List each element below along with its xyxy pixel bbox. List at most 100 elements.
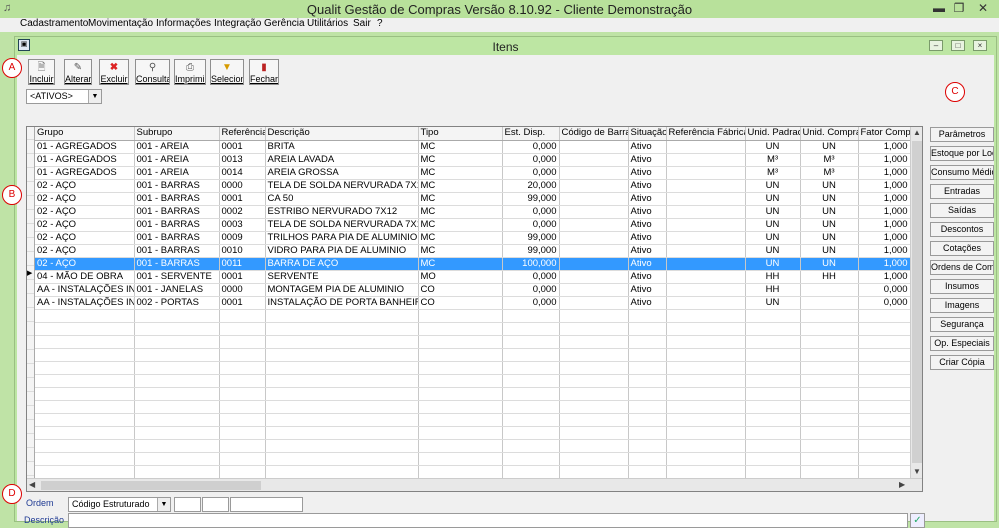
column-header[interactable]: Est. Disp. [502,127,560,141]
incluir-button[interactable]: 🗎 Incluir [28,59,55,85]
child-restore-icon[interactable]: □ [951,40,965,51]
menu-utilitarios[interactable]: Utilitários [307,18,348,29]
table-row[interactable] [35,387,911,401]
table-row[interactable]: 02 - AÇO 001 - BARRAS 0011 BARRA DE AÇO MC 10… [35,257,911,271]
chevron-down-icon[interactable]: ▼ [88,90,101,103]
side-button[interactable]: Imagens [930,298,994,313]
consultar-button[interactable]: ⚲ Consultar [135,59,170,85]
table-cell: 001 - JANELAS [134,283,220,297]
descricao-input[interactable] [68,513,908,528]
side-button[interactable]: Consumo Médio [930,165,994,180]
table-cell [858,348,911,362]
column-header[interactable]: Grupo [35,127,135,141]
column-header[interactable]: Referência [219,127,266,141]
vertical-scroll-thumb[interactable] [912,141,922,463]
chevron-down-icon[interactable]: ▼ [157,498,170,511]
horizontal-scroll-thumb[interactable] [41,481,261,490]
minimize-icon[interactable]: ▬ [932,1,946,16]
table-cell [858,361,911,375]
marker-c: C [945,82,965,102]
child-minimize-icon[interactable]: – [929,40,943,51]
horizontal-scrollbar[interactable]: ◀ ▶ [27,478,922,491]
ordem-select[interactable]: Código Estruturado ▼ [68,497,171,512]
table-row[interactable]: AA - INSTALAÇÕES INT 001 - JANELAS 0000 MON… [35,283,911,297]
menu-gerencia[interactable]: Gerência [264,18,305,29]
column-header[interactable]: Unid. Compra [800,127,859,141]
restore-icon[interactable]: ❐ [952,1,966,16]
table-row[interactable] [35,439,911,453]
table-row[interactable]: 01 - AGREGADOS 001 - AREIA 0013 AREIA LAVAD… [35,153,911,167]
table-row[interactable]: 01 - AGREGADOS 001 - AREIA 0014 AREIA GROSS… [35,166,911,180]
menu-help[interactable]: ? [377,18,383,29]
menu-informacoes[interactable]: Informações [156,18,211,29]
scroll-right-icon[interactable]: ▶ [899,480,905,489]
scroll-up-icon[interactable]: ▲ [913,128,921,137]
side-button[interactable]: Saídas [930,203,994,218]
items-grid[interactable]: ▶ Grupo Subrupo Referência Descrição Tipo Est… [26,126,923,492]
table-row[interactable]: 04 - MÃO DE OBRA 001 - SERVENTE 0001 SERVEN… [35,270,911,284]
column-header[interactable]: Tipo [418,127,503,141]
search-execute-icon[interactable]: ✓ [910,513,925,528]
ordem-field-1[interactable] [174,497,201,512]
column-header[interactable]: Fator Compra [858,127,911,141]
menu-movimentacao[interactable]: Movimentação [88,18,153,29]
status-filter-select[interactable]: <ATIVOS> ▼ [26,89,102,104]
table-row[interactable] [35,465,911,479]
table-row[interactable] [35,400,911,414]
side-button[interactable]: Parâmetros [930,127,994,142]
side-button[interactable]: Criar Cópia [930,355,994,370]
ordem-field-2[interactable] [202,497,229,512]
column-header[interactable]: Referência Fábrica [666,127,746,141]
column-header[interactable]: Descrição [265,127,419,141]
scroll-down-icon[interactable]: ▼ [913,467,921,476]
table-cell: UN [800,257,859,271]
table-row[interactable] [35,335,911,349]
table-row[interactable] [35,426,911,440]
side-button[interactable]: Insumos [930,279,994,294]
excluir-button[interactable]: ✖ Excluir [99,59,129,85]
side-button[interactable]: Op. Especiais [930,336,994,351]
alterar-button[interactable]: ✎ Alterar [64,59,92,85]
vertical-scrollbar[interactable]: ▲ ▼ [910,127,922,478]
imprimir-button[interactable]: ⎙ Imprimir [174,59,206,85]
scroll-left-icon[interactable]: ◀ [29,480,35,489]
side-button[interactable]: Descontos [930,222,994,237]
table-row[interactable]: 02 - AÇO 001 - BARRAS 0002 ESTRIBO NERVURAD… [35,205,911,219]
close-icon[interactable]: ✕ [972,1,994,16]
side-button[interactable]: Cotações [930,241,994,256]
table-cell [800,374,859,388]
ordem-field-3[interactable] [230,497,303,512]
items-window-titlebar: ▣ Itens – □ × [15,37,996,55]
table-row[interactable] [35,452,911,466]
table-row[interactable]: 02 - AÇO 001 - BARRAS 0009 TRILHOS PARA PIA… [35,231,911,245]
table-row[interactable]: AA - INSTALAÇÕES INT 002 - PORTAS 0001 INST… [35,296,911,310]
column-header[interactable]: Subrupo [134,127,220,141]
table-row[interactable]: 01 - AGREGADOS 001 - AREIA 0001 BRITA MC 0,00… [35,140,911,154]
table-cell [628,426,667,440]
table-row[interactable]: 02 - AÇO 001 - BARRAS 0003 TELA DE SOLDA NE… [35,218,911,232]
table-cell [745,413,801,427]
table-row[interactable] [35,361,911,375]
table-row[interactable] [35,374,911,388]
side-button[interactable]: Ordens de Compra [930,260,994,275]
side-button[interactable]: Segurança [930,317,994,332]
menu-sair[interactable]: Sair [353,18,371,29]
seleciona-button[interactable]: ▼ Seleciona [210,59,244,85]
column-header[interactable]: Situação [628,127,667,141]
table-row[interactable]: 02 - AÇO 001 - BARRAS 0000 TELA DE SOLDA NE… [35,179,911,193]
column-header[interactable]: Unid. Padrao [745,127,801,141]
table-row[interactable] [35,322,911,336]
table-row[interactable] [35,413,911,427]
menu-integracao[interactable]: Integração [214,18,261,29]
table-row[interactable] [35,348,911,362]
table-row[interactable] [35,309,911,323]
menu-cadastramento[interactable]: Cadastramento [20,18,88,29]
child-close-icon[interactable]: × [973,40,987,51]
table-row[interactable]: 02 - AÇO 001 - BARRAS 0010 VIDRO PARA PIA D… [35,244,911,258]
table-row[interactable]: 02 - AÇO 001 - BARRAS 0001 CA 50 MC 99,000 Ati… [35,192,911,206]
side-button[interactable]: Estoque por Local [930,146,994,161]
fechar-button[interactable]: ▮ Fechar [249,59,279,85]
column-header[interactable]: Código de Barra [559,127,629,141]
side-button[interactable]: Entradas [930,184,994,199]
table-cell: Ativo [628,257,667,271]
